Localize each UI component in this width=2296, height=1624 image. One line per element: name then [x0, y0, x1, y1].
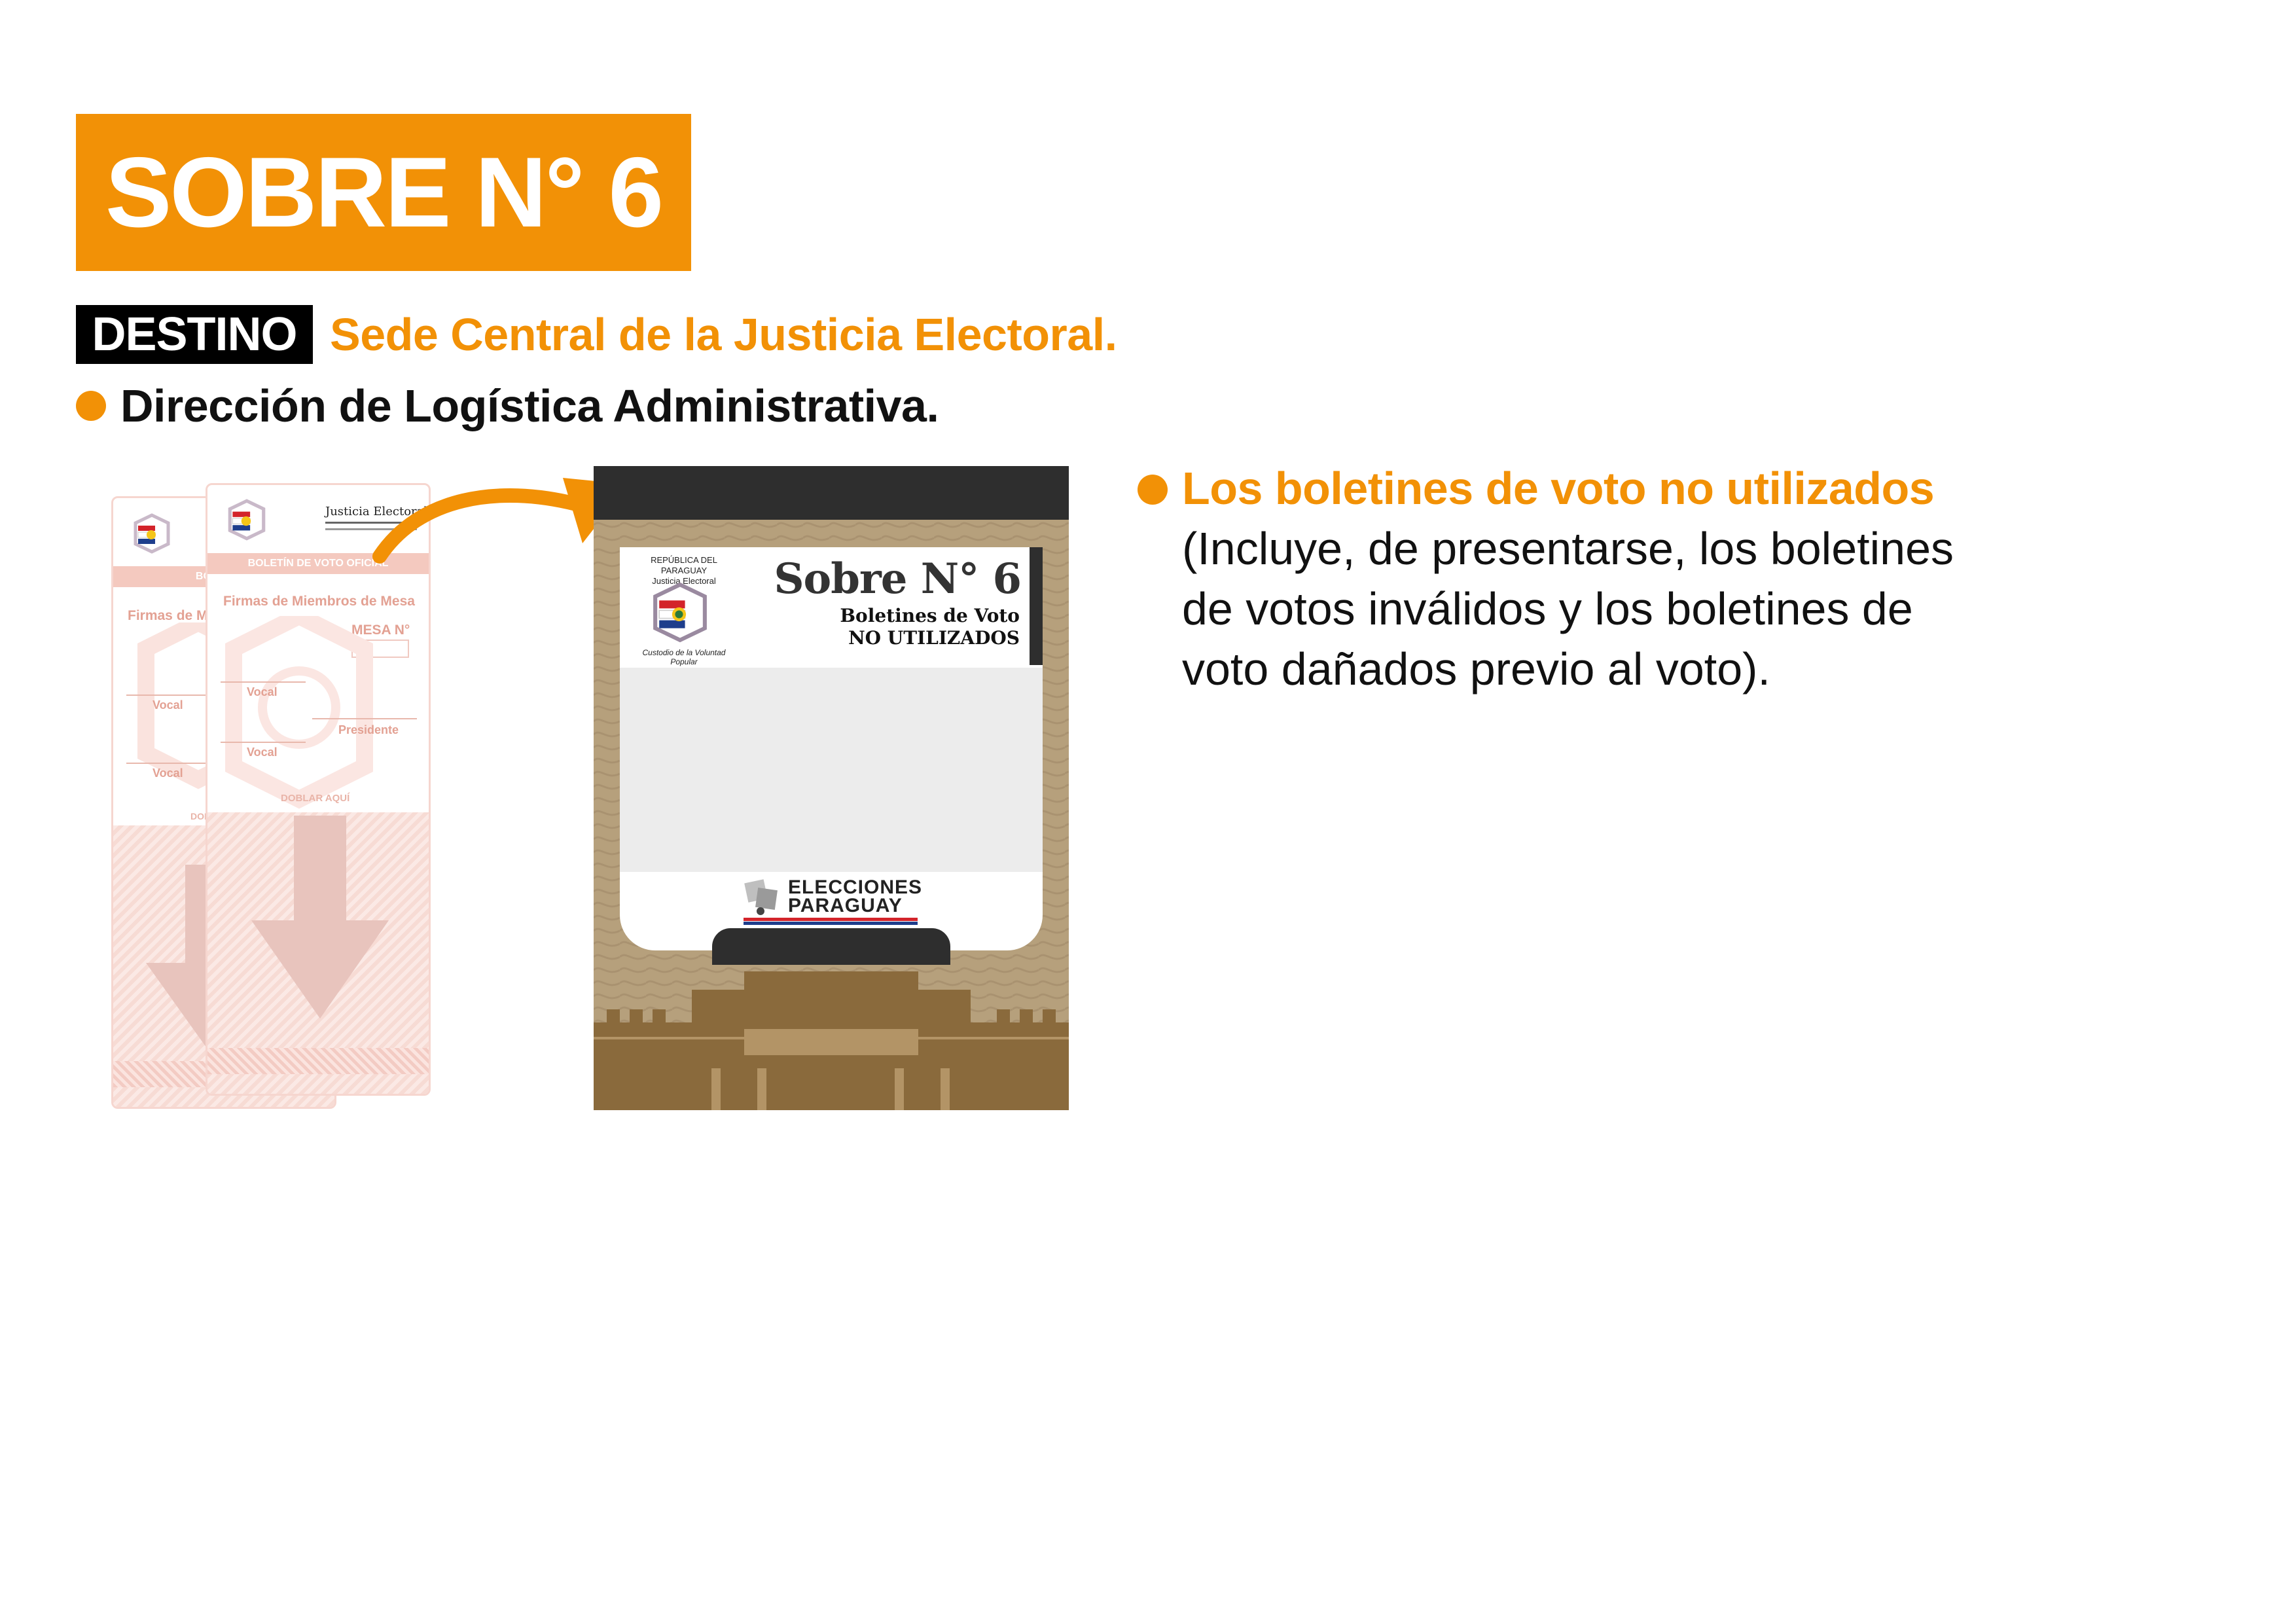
arrow-down-icon — [251, 816, 389, 1019]
vocal-label: Vocal — [152, 698, 183, 712]
justicia-electoral-logo-icon — [228, 499, 266, 541]
justicia-electoral-logo-icon — [134, 513, 170, 554]
elecciones-logo-icon — [744, 879, 778, 915]
doblar-label: DOBLAR AQUÍ — [281, 793, 350, 804]
ballot-strip — [207, 1048, 429, 1074]
republica-text: REPÚBLICA DEL PARAGUAY — [651, 555, 717, 575]
firmas-label: Firmas de M — [128, 608, 208, 623]
destino-item: Dirección de Logística Administrativa. — [120, 380, 939, 431]
presidente-label: Presidente — [338, 723, 399, 736]
justicia-electoral-logo-icon — [653, 582, 707, 643]
elecciones-paraguay-text: ELECCIONES PARAGUAY — [788, 876, 923, 916]
envelope-topbar — [594, 466, 1069, 520]
watermark-seal-icon — [225, 616, 373, 809]
envelope-blank-area — [620, 668, 1043, 872]
description-body: (Incluye, de presentarse, los boletines … — [1182, 523, 1954, 695]
envelope-title: Sobre N° 6 — [774, 554, 1022, 604]
envelope-custodio: Custodio de la Voluntad Popular — [642, 648, 726, 666]
envelope-bottom-tab — [712, 928, 950, 965]
destino-text: Sede Central de la Justicia Electoral. — [330, 309, 1117, 360]
bullet-icon — [76, 391, 106, 421]
envelope-sidebar — [1030, 547, 1043, 665]
destino-tag: DESTINO — [76, 305, 313, 364]
vocal-label: Vocal — [247, 685, 278, 698]
envelope-subtitle: Boletines de Voto — [840, 605, 1020, 626]
envelope-subtitle-2: NO UTILIZADOS — [848, 627, 1020, 649]
page-title: SOBRE N° 6 — [105, 137, 664, 248]
vocal-label: Vocal — [152, 767, 183, 780]
bullet-icon — [1138, 475, 1168, 505]
vocal-label: Vocal — [247, 746, 278, 759]
description-title: Los boletines de voto no utilizados — [1182, 463, 1935, 514]
